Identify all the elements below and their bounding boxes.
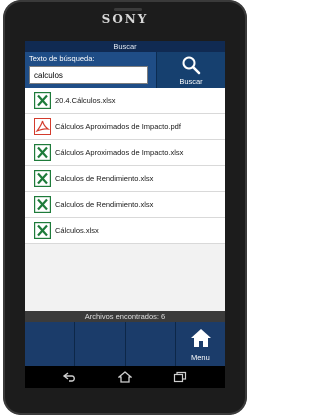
brand-logo: SONY: [101, 12, 149, 26]
back-icon[interactable]: [63, 371, 77, 383]
file-name: Cálculos Aproximados de Impacto.xlsx: [55, 148, 184, 157]
excel-icon: [34, 222, 51, 239]
results-list: 20.4.Cálculos.xlsx Cálculos Aproximados …: [25, 88, 225, 244]
home-icon: [190, 329, 211, 347]
list-item[interactable]: Cálculos.xlsx: [25, 218, 225, 244]
home-nav-icon[interactable]: [118, 371, 132, 383]
toolbar-slot-3[interactable]: [126, 322, 176, 366]
excel-icon: [34, 196, 51, 213]
search-button[interactable]: Buscar: [156, 52, 225, 88]
file-name: Cálculos.xlsx: [55, 226, 99, 235]
file-name: Calculos de Rendimiento.xlsx: [55, 200, 154, 209]
bottom-toolbar: Menu: [25, 322, 225, 366]
file-name: 20.4.Cálculos.xlsx: [55, 96, 116, 105]
search-input[interactable]: [29, 66, 148, 84]
excel-icon: [34, 144, 51, 161]
results-count: Archivos encontrados: 6: [25, 311, 225, 322]
search-label: Texto de búsqueda:: [29, 54, 95, 63]
file-name: Calculos de Rendimiento.xlsx: [55, 174, 154, 183]
app-screen: Buscar Texto de búsqueda: Buscar 20.4.Cá…: [25, 41, 225, 366]
toolbar-slot-1[interactable]: [25, 322, 76, 366]
list-item[interactable]: Calculos de Rendimiento.xlsx: [25, 192, 225, 218]
menu-button[interactable]: Menu: [176, 322, 225, 366]
speaker-grille: [114, 8, 142, 11]
search-button-label: Buscar: [179, 77, 203, 86]
file-name: Cálculos Aproximados de Impacto.pdf: [55, 122, 181, 131]
search-panel: Texto de búsqueda: Buscar: [25, 52, 225, 88]
list-item[interactable]: Cálculos Aproximados de Impacto.pdf: [25, 114, 225, 140]
list-item[interactable]: 20.4.Cálculos.xlsx: [25, 88, 225, 114]
excel-icon: [34, 92, 51, 109]
phone-frame: SONY Buscar Texto de búsqueda: Buscar 20…: [3, 0, 247, 415]
pdf-icon: [34, 118, 51, 135]
toolbar-slot-2[interactable]: [75, 322, 126, 366]
list-item[interactable]: Calculos de Rendimiento.xlsx: [25, 166, 225, 192]
system-nav-bar: [25, 366, 225, 388]
excel-icon: [34, 170, 51, 187]
search-icon: [182, 56, 201, 75]
list-item[interactable]: Cálculos Aproximados de Impacto.xlsx: [25, 140, 225, 166]
recent-apps-icon[interactable]: [173, 371, 187, 383]
app-title: Buscar: [25, 41, 225, 52]
menu-label: Menu: [190, 353, 210, 362]
